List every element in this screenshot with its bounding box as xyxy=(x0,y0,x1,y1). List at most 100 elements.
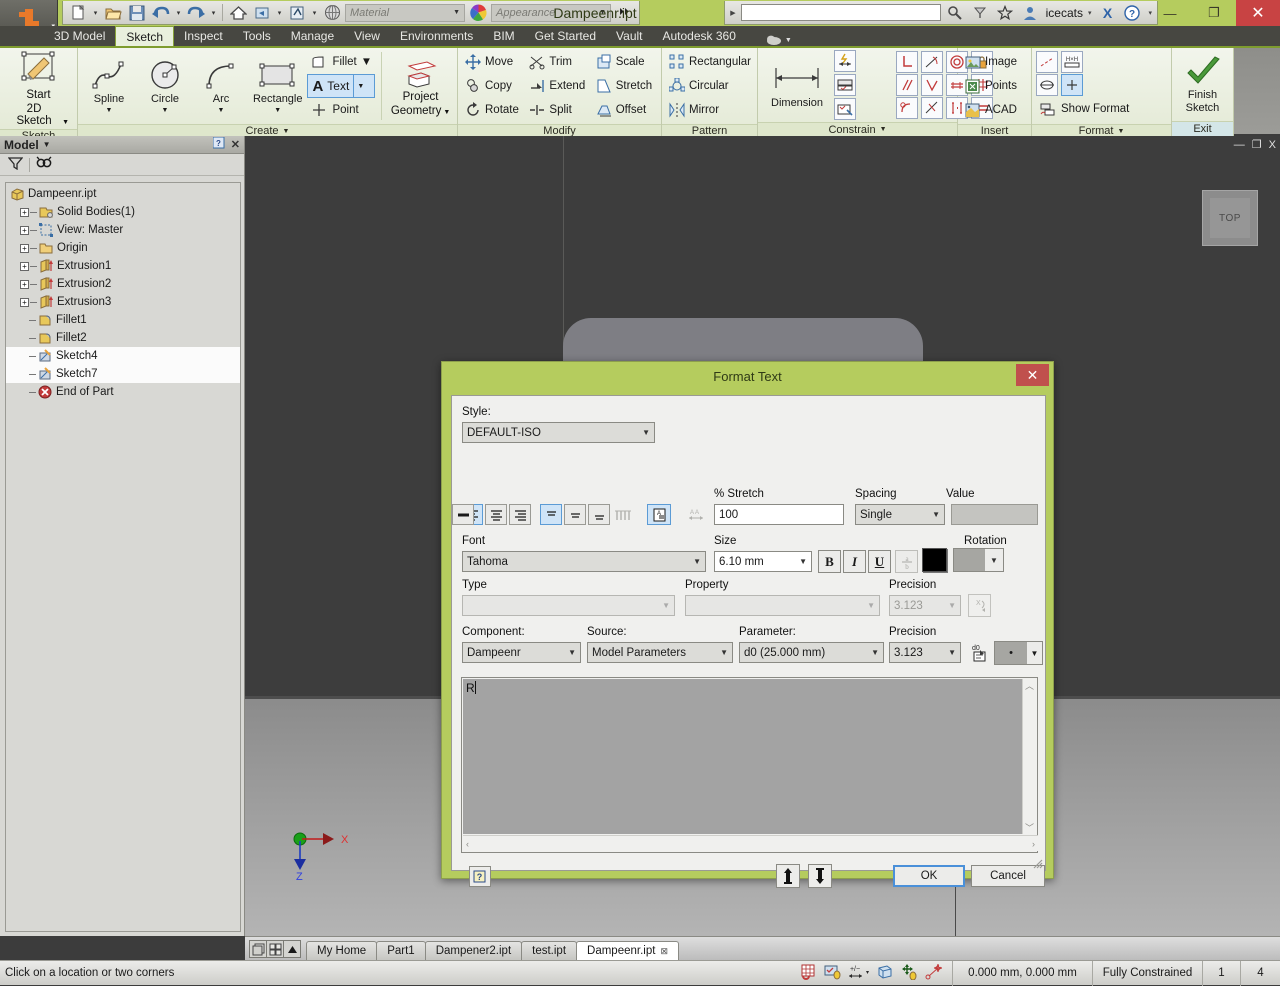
filter-icon[interactable] xyxy=(7,156,24,173)
auto-dimension-icon[interactable] xyxy=(834,50,856,72)
tree-item-origin[interactable]: + Origin xyxy=(6,239,240,257)
exchange-apps-icon[interactable]: X xyxy=(1096,3,1118,23)
appearance-globe-icon[interactable] xyxy=(321,3,343,23)
favorites-star-icon[interactable] xyxy=(994,3,1016,23)
doc-restore-button[interactable]: ❐ xyxy=(1252,138,1262,151)
tree-item-solid-bodies[interactable]: + Solid Bodies(1) xyxy=(6,203,240,221)
tab-get-started[interactable]: Get Started xyxy=(525,26,606,46)
save-icon[interactable] xyxy=(126,3,148,23)
show-constraints-icon[interactable] xyxy=(834,74,856,96)
font-combo[interactable]: Tahoma ▼ xyxy=(462,551,706,572)
chevron-right-icon[interactable]: ▶ xyxy=(728,9,737,17)
tree-item-extrusion3[interactable]: + Extrusion3 xyxy=(6,293,240,311)
finish-sketch-button[interactable]: Finish Sketch xyxy=(1176,55,1230,114)
dialog-resize-grip[interactable] xyxy=(1031,857,1043,869)
arc-button[interactable]: Arc ▼ xyxy=(194,58,248,115)
size-combo[interactable]: 6.10 mm ▼ xyxy=(714,551,812,572)
component-combo[interactable]: Dampeenr ▼ xyxy=(462,642,581,663)
split-button[interactable]: Split xyxy=(526,98,590,122)
tree-item-sketch7[interactable]: Sketch7 xyxy=(6,365,240,383)
extend-button[interactable]: Extend xyxy=(526,74,590,98)
italic-button[interactable]: I xyxy=(843,550,866,573)
constraint-settings-icon[interactable] xyxy=(834,98,856,120)
dialog-help-button[interactable]: ? xyxy=(469,866,491,887)
chevron-down-icon[interactable]: ▾ xyxy=(310,3,319,23)
doctab-dampener2[interactable]: Dampener2.ipt xyxy=(424,941,523,960)
point-button[interactable]: Point xyxy=(307,98,375,122)
perpendicular-constraint-icon[interactable] xyxy=(896,51,918,73)
return-icon[interactable] xyxy=(251,3,273,23)
style-combo[interactable]: DEFAULT-ISO ▼ xyxy=(462,422,655,443)
spline-button[interactable]: Spline ▼ xyxy=(82,58,136,115)
acad-button[interactable]: ACAD xyxy=(962,98,1020,122)
tree-item-fillet1[interactable]: Fillet1 xyxy=(6,311,240,329)
rotation-combo[interactable]: ▼ xyxy=(953,548,1004,572)
rotate-button[interactable]: Rotate xyxy=(462,98,524,122)
help-icon[interactable]: ? xyxy=(1121,3,1143,23)
align-distribute-icon[interactable] xyxy=(612,504,634,525)
copy-button[interactable]: Copy xyxy=(462,74,524,98)
qat-overflow-icon[interactable]: ⏵⏵ xyxy=(613,3,635,23)
text-editor-area[interactable]: R ︿ ﹀ ‹ › xyxy=(461,677,1038,853)
image-button[interactable]: Image xyxy=(962,50,1020,74)
align-right-icon[interactable] xyxy=(509,504,531,525)
tree-item-dampeenr[interactable]: Dampeenr.ipt xyxy=(6,185,240,203)
chevron-down-icon[interactable]: ▼ xyxy=(361,56,372,68)
stack-fraction-icon[interactable]: ab xyxy=(895,550,918,573)
appearance-combo[interactable]: Appearance ▼ xyxy=(491,3,611,22)
spacing-combo[interactable]: Single ▼ xyxy=(855,504,945,525)
centerline-format-icon[interactable]: H×H xyxy=(1061,50,1083,73)
value-field[interactable] xyxy=(951,504,1038,525)
move-down-icon[interactable] xyxy=(808,864,832,888)
tab-tools[interactable]: Tools xyxy=(233,26,281,46)
points-button[interactable]: Points xyxy=(962,74,1020,98)
bold-button[interactable]: B xyxy=(818,550,841,573)
tab-bim[interactable]: BIM xyxy=(483,26,524,46)
user-name[interactable]: icecats xyxy=(1044,6,1083,20)
tab-environments[interactable]: Environments xyxy=(390,26,483,46)
chevron-down-icon[interactable]: ▼ xyxy=(43,140,51,149)
expand-icon[interactable]: + xyxy=(20,207,29,217)
constraint-infer-icon[interactable] xyxy=(824,964,841,983)
kerning-icon[interactable]: A A xyxy=(685,504,707,525)
chevron-down-icon[interactable]: ▼ xyxy=(106,106,113,115)
expand-icon[interactable]: + xyxy=(20,225,29,235)
coincident-constraint-icon[interactable] xyxy=(921,74,943,96)
tree-item-view-master[interactable]: + View: Master xyxy=(6,221,240,239)
source-combo[interactable]: Model Parameters ▼ xyxy=(587,642,733,663)
expand-icon[interactable]: + xyxy=(20,243,29,253)
parallel-constraint-icon[interactable] xyxy=(896,74,918,96)
doc-minimize-button[interactable]: — xyxy=(1234,139,1245,151)
subscription-icon[interactable] xyxy=(969,3,991,23)
panel-title-constrain[interactable]: Constrain ▼ xyxy=(758,122,957,136)
insert-parameter-icon[interactable]: d0 xyxy=(968,641,991,664)
tab-inspect[interactable]: Inspect xyxy=(174,26,233,46)
expand-icon[interactable]: + xyxy=(20,297,29,307)
tab-sketch[interactable]: Sketch xyxy=(115,26,175,46)
cloud-status[interactable]: ▼ xyxy=(766,34,792,46)
scroll-right-icon[interactable]: › xyxy=(1032,839,1035,849)
find-icon[interactable] xyxy=(36,156,53,173)
construction-line-icon[interactable] xyxy=(1036,50,1058,73)
chevron-down-icon[interactable]: ▼ xyxy=(353,75,367,97)
align-top-icon[interactable] xyxy=(540,504,562,525)
circle-button[interactable]: Circle ▼ xyxy=(138,58,192,115)
close-button[interactable]: ✕ xyxy=(1236,0,1280,26)
chevron-down-icon[interactable]: ▼ xyxy=(274,106,281,115)
insert-symbol-icon[interactable]: A xyxy=(647,504,671,525)
search-icon[interactable] xyxy=(944,3,966,23)
mirror-button[interactable]: Mirror xyxy=(666,98,754,122)
fillet-button[interactable]: Fillet ▼ xyxy=(307,50,375,74)
tree-item-extrusion2[interactable]: + Extrusion2 xyxy=(6,275,240,293)
expand-icon[interactable]: + xyxy=(20,261,29,271)
chevron-down-icon[interactable]: ▾ xyxy=(275,3,284,23)
underline-button[interactable]: U xyxy=(868,550,891,573)
doctab-dampeenr[interactable]: Dampeenr.ipt ⊠ xyxy=(576,941,679,960)
text-color-swatch[interactable] xyxy=(922,548,947,572)
material-combo[interactable]: Material ▼ xyxy=(345,3,465,22)
scroll-up-icon[interactable]: ︿ xyxy=(1025,679,1034,692)
dimension-icon[interactable]: +/− xyxy=(848,964,870,983)
redo-icon[interactable] xyxy=(185,3,207,23)
chevron-down-icon[interactable]: ▾ xyxy=(174,3,183,23)
slice-graphics-icon[interactable] xyxy=(877,964,894,983)
